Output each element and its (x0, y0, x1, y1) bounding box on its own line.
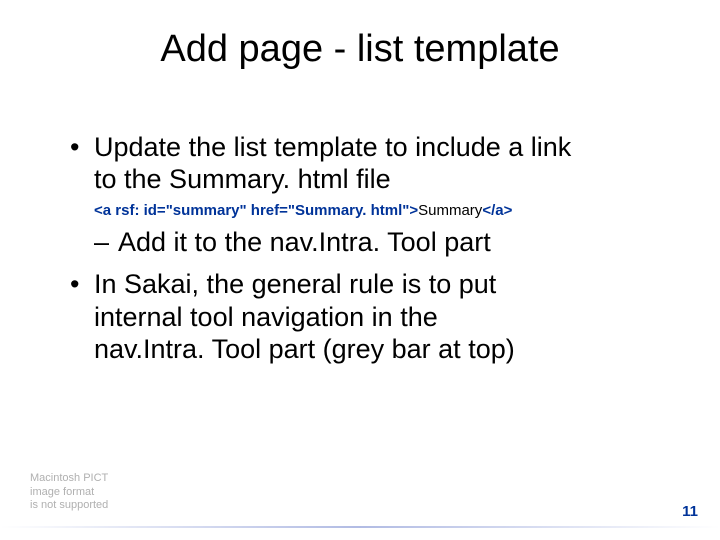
sub-bullet-1: Add it to the nav.Intra. Tool part (70, 226, 680, 258)
bullet-1-line-1: Update the list template to include a li… (94, 132, 571, 162)
code-open: <a rsf: id="summary" href="Summary. html… (94, 202, 418, 219)
bullet-2-line-3: nav.Intra. Tool part (grey bar at top) (94, 334, 515, 364)
bullet-2-line-2: internal tool navigation in the (94, 302, 438, 332)
bullet-1-line-2: to the Summary. html file (94, 164, 391, 194)
bullet-2-line-1: In Sakai, the general rule is to put (94, 269, 496, 299)
code-close: </a> (482, 202, 512, 219)
code-text: Summary (418, 202, 482, 219)
bullet-2: In Sakai, the general rule is to put int… (70, 268, 680, 365)
slide: Add page - list template Update the list… (0, 0, 720, 540)
placeholder-line-3: is not supported (30, 499, 108, 511)
code-snippet: <a rsf: id="summary" href="Summary. html… (70, 202, 680, 220)
page-number: 11 (682, 503, 698, 520)
footer-divider (0, 526, 720, 528)
slide-content: Update the list template to include a li… (0, 131, 720, 365)
slide-title: Add page - list template (0, 0, 720, 71)
placeholder-line-2: image format (30, 486, 94, 498)
bullet-1: Update the list template to include a li… (70, 131, 680, 196)
placeholder-line-1: Macintosh PICT (30, 472, 108, 484)
image-placeholder: Macintosh PICT image format is not suppo… (30, 472, 108, 512)
